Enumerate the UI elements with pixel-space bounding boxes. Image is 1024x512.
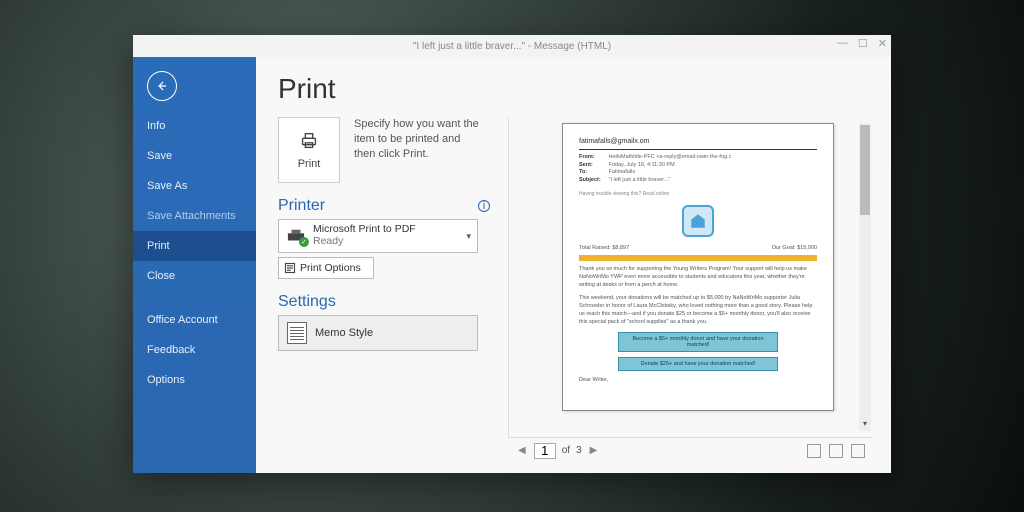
printer-status: Ready <box>313 236 416 248</box>
print-style-label: Memo Style <box>315 327 373 339</box>
nav-primary: Info Save Save As Save Attachments Print… <box>133 111 256 395</box>
preview-area: fatimafalls@gmailx.om From: HelloMathild… <box>508 117 873 437</box>
sidebar-item-account[interactable]: Office Account <box>133 305 256 335</box>
preview-column: fatimafalls@gmailx.om From: HelloMathild… <box>508 117 873 463</box>
outlook-print-backstage: "I left just a little braver..." - Messa… <box>133 35 891 473</box>
printer-dropdown[interactable]: ✓ Microsoft Print to PDF Ready ▾ <box>278 219 478 253</box>
print-button-label: Print <box>298 158 321 170</box>
preview-page: fatimafalls@gmailx.om From: HelloMathild… <box>562 123 834 411</box>
sidebar-item-save[interactable]: Save <box>133 141 256 171</box>
print-style-dropdown[interactable]: Memo Style <box>278 315 478 351</box>
body: Info Save Save As Save Attachments Print… <box>133 57 891 473</box>
chevron-down-icon: ▾ <box>466 231 471 242</box>
preview-scrollbar[interactable]: ▴ ▾ <box>859 123 871 431</box>
titlebar: "I left just a little braver..." - Messa… <box>133 35 891 57</box>
printer-status-icon: ✓ <box>285 227 307 245</box>
print-row: Print Specify how you want the item to b… <box>278 117 490 183</box>
window-title: "I left just a little braver..." - Messa… <box>413 41 611 52</box>
main-panel: Print Print Specify how you want the ite… <box>256 57 891 473</box>
printer-icon <box>297 130 321 152</box>
of-label: of <box>562 445 570 456</box>
one-page-button[interactable] <box>829 444 843 458</box>
sidebar-item-saveattachments[interactable]: Save Attachments <box>133 201 256 231</box>
window-controls: — ☐ ✕ <box>837 37 887 50</box>
page-title: Print <box>278 73 873 105</box>
page-number-input[interactable] <box>534 443 556 459</box>
close-button[interactable]: ✕ <box>878 37 887 50</box>
sidebar-item-print[interactable]: Print <box>133 231 256 261</box>
back-button[interactable] <box>147 71 177 101</box>
columns: Print Specify how you want the item to b… <box>278 117 873 463</box>
printer-section-header: Printer i <box>278 197 490 215</box>
backstage-sidebar: Info Save Save As Save Attachments Print… <box>133 57 256 473</box>
scroll-down-icon[interactable]: ▾ <box>859 419 871 431</box>
ready-check-icon: ✓ <box>299 237 309 247</box>
print-options-button[interactable]: Print Options <box>278 257 374 279</box>
settings-section-header: Settings <box>278 293 490 311</box>
maximize-button[interactable]: ☐ <box>858 37 868 50</box>
print-description: Specify how you want the item to be prin… <box>354 117 484 183</box>
printer-info-icon[interactable]: i <box>478 200 490 212</box>
next-page-button[interactable]: ▶ <box>588 445 600 456</box>
print-settings-column: Print Specify how you want the item to b… <box>278 117 490 463</box>
minimize-button[interactable]: — <box>837 37 848 50</box>
sidebar-item-options[interactable]: Options <box>133 365 256 395</box>
preview-footer: ◀ of 3 ▶ <box>508 437 873 463</box>
memo-style-icon <box>287 322 307 344</box>
total-pages: 3 <box>576 445 582 456</box>
options-icon <box>284 262 296 274</box>
arrow-left-icon <box>155 79 169 93</box>
actual-size-button[interactable] <box>807 444 821 458</box>
sidebar-item-feedback[interactable]: Feedback <box>133 335 256 365</box>
multi-page-button[interactable] <box>851 444 865 458</box>
sidebar-item-saveas[interactable]: Save As <box>133 171 256 201</box>
print-button[interactable]: Print <box>278 117 340 183</box>
sidebar-item-close[interactable]: Close <box>133 261 256 291</box>
sidebar-item-info[interactable]: Info <box>133 111 256 141</box>
preview-logo-icon <box>682 205 714 237</box>
zoom-controls <box>807 444 865 458</box>
scrollbar-thumb[interactable] <box>860 125 870 215</box>
prev-page-button[interactable]: ◀ <box>516 445 528 456</box>
